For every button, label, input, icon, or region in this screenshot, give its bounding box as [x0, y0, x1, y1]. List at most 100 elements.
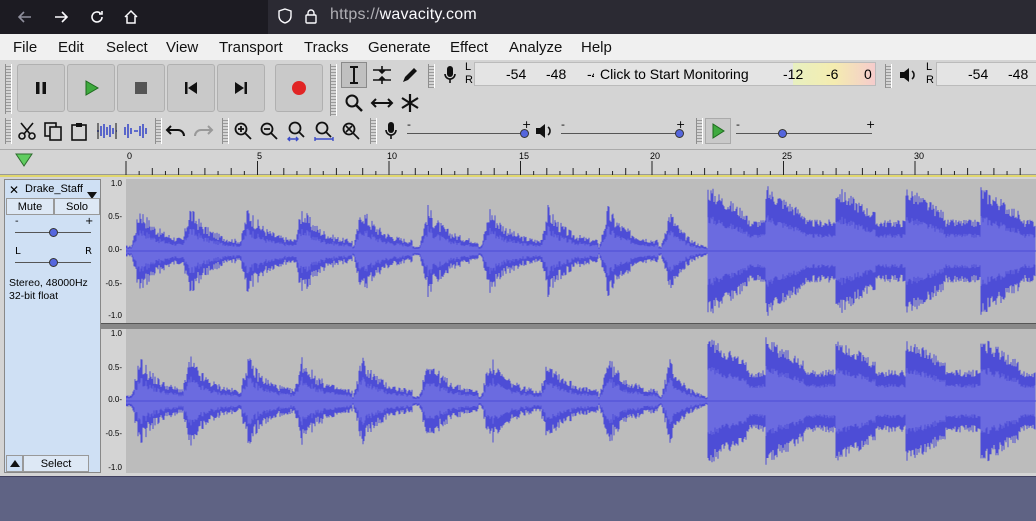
pause-button[interactable] [17, 64, 65, 112]
record-meter-button[interactable] [437, 62, 463, 88]
playback-volume-knob[interactable] [675, 129, 684, 138]
zoom-out-button[interactable] [256, 118, 282, 144]
zoom-toggle-button[interactable] [338, 118, 364, 144]
play-speed-knob[interactable] [778, 129, 787, 138]
multi-tool-button[interactable] [397, 90, 423, 116]
selection-tool-button[interactable] [341, 62, 367, 88]
record-scale-48: -48 [546, 66, 567, 82]
timeline-tick-0: 0 [127, 151, 133, 161]
toolbar-grip[interactable] [5, 64, 12, 114]
menu-view[interactable]: View [166, 39, 198, 56]
menu-file[interactable]: File [13, 39, 37, 56]
play-icon [712, 123, 725, 139]
waveform-right-channel[interactable] [126, 329, 1036, 473]
undo-grip[interactable] [155, 118, 162, 144]
record-volume-knob[interactable] [520, 129, 529, 138]
solo-button[interactable]: Solo [54, 198, 100, 215]
lock-icon[interactable] [302, 7, 322, 27]
stop-icon [135, 82, 147, 94]
menu-effect[interactable]: Effect [450, 39, 488, 56]
ruler-top-0.5: 0.5- [108, 212, 122, 221]
pan-knob[interactable] [49, 258, 58, 267]
play-speed-grip[interactable] [696, 118, 703, 144]
menu-select[interactable]: Select [106, 39, 148, 56]
skip-to-start-button[interactable] [167, 64, 215, 112]
zoom-toggle-icon [342, 122, 360, 140]
mixer-grip[interactable] [370, 118, 377, 144]
waveform-left-channel[interactable] [126, 179, 1036, 323]
silence-audio-icon [124, 124, 147, 138]
redo-button[interactable] [190, 118, 216, 144]
url-text[interactable]: https://wavacity.com [330, 6, 477, 24]
record-volume-minus: - [407, 118, 411, 131]
url-bar[interactable]: https://wavacity.com [268, 0, 1036, 34]
close-track-icon[interactable]: ✕ [9, 183, 19, 197]
track-format-rate: Stereo, 48000Hz [9, 277, 88, 289]
edit-toolbar-grip[interactable] [5, 118, 12, 144]
play-scale-48: -48 [1008, 66, 1029, 82]
zoom-tool-button[interactable] [341, 90, 367, 116]
play-meter-r-label: R [926, 74, 934, 86]
timeshift-tool-button[interactable] [369, 90, 395, 116]
monitor-prompt[interactable]: Click to Start Monitoring [594, 66, 755, 82]
record-volume-slider[interactable] [407, 133, 525, 134]
empty-track-space[interactable] [0, 476, 1036, 521]
undo-button[interactable] [163, 118, 189, 144]
track-format-info: Stereo, 48000Hz 32-bit float [9, 277, 88, 303]
copy-button[interactable] [40, 118, 66, 144]
record-meter-grip[interactable] [428, 64, 435, 88]
record-button[interactable] [275, 64, 323, 112]
zoom-in-button[interactable] [230, 118, 256, 144]
record-volume-icon [378, 118, 404, 144]
fit-selection-button[interactable] [284, 118, 310, 144]
home-icon[interactable] [118, 4, 144, 30]
trim-button[interactable] [94, 118, 120, 144]
select-track-button[interactable]: Select [23, 455, 89, 472]
forward-icon[interactable] [48, 4, 74, 30]
reload-icon[interactable] [84, 4, 110, 30]
record-scale-6: -6 [826, 66, 839, 82]
envelope-tool-button[interactable] [369, 62, 395, 88]
pan-right-label: R [85, 246, 92, 257]
record-scale-12: -12 [783, 66, 804, 82]
play-button[interactable] [67, 64, 115, 112]
menu-tracks[interactable]: Tracks [304, 39, 348, 56]
play-icon [85, 80, 99, 96]
gain-plus-label: + [85, 216, 94, 227]
draw-tool-button[interactable] [397, 62, 423, 88]
gain-knob[interactable] [49, 228, 58, 237]
redo-icon [194, 125, 214, 137]
paste-button[interactable] [66, 118, 92, 144]
back-icon[interactable] [12, 4, 38, 30]
play-speed-slider[interactable] [736, 133, 872, 134]
zoom-grip[interactable] [222, 118, 229, 144]
track-name[interactable]: Drake_Staff [25, 183, 83, 195]
menu-transport[interactable]: Transport [219, 39, 283, 56]
ibeam-icon [350, 66, 358, 84]
mute-button[interactable]: Mute [6, 198, 54, 215]
toolbar: L R -54 -48 -4 Click to Start Monitoring… [0, 60, 1036, 150]
tools-grip[interactable] [330, 64, 337, 116]
playback-volume-slider[interactable] [561, 133, 679, 134]
cut-button[interactable] [14, 118, 40, 144]
play-meter-grip[interactable] [885, 64, 892, 88]
microphone-icon [444, 66, 456, 83]
skip-to-end-button[interactable] [217, 64, 265, 112]
play-at-speed-button[interactable] [705, 118, 731, 144]
menu-help[interactable]: Help [581, 39, 612, 56]
silence-button[interactable] [122, 118, 148, 144]
collapse-track-button[interactable] [6, 455, 23, 472]
playback-volume-icon [531, 118, 557, 144]
timeline-ruler[interactable]: 0 5 10 15 20 25 30 [0, 150, 1036, 175]
stop-button[interactable] [117, 64, 165, 112]
timeline-tick-10: 10 [387, 151, 398, 161]
playback-volume-minus: - [561, 118, 565, 131]
play-meter-button[interactable] [895, 62, 921, 88]
fit-project-button[interactable] [311, 118, 337, 144]
clipboard-icon [71, 123, 87, 141]
menu-edit[interactable]: Edit [58, 39, 84, 56]
menu-generate[interactable]: Generate [368, 39, 431, 56]
menu-analyze[interactable]: Analyze [509, 39, 562, 56]
skip-to-end-icon [235, 82, 247, 94]
shield-icon[interactable] [276, 7, 296, 27]
